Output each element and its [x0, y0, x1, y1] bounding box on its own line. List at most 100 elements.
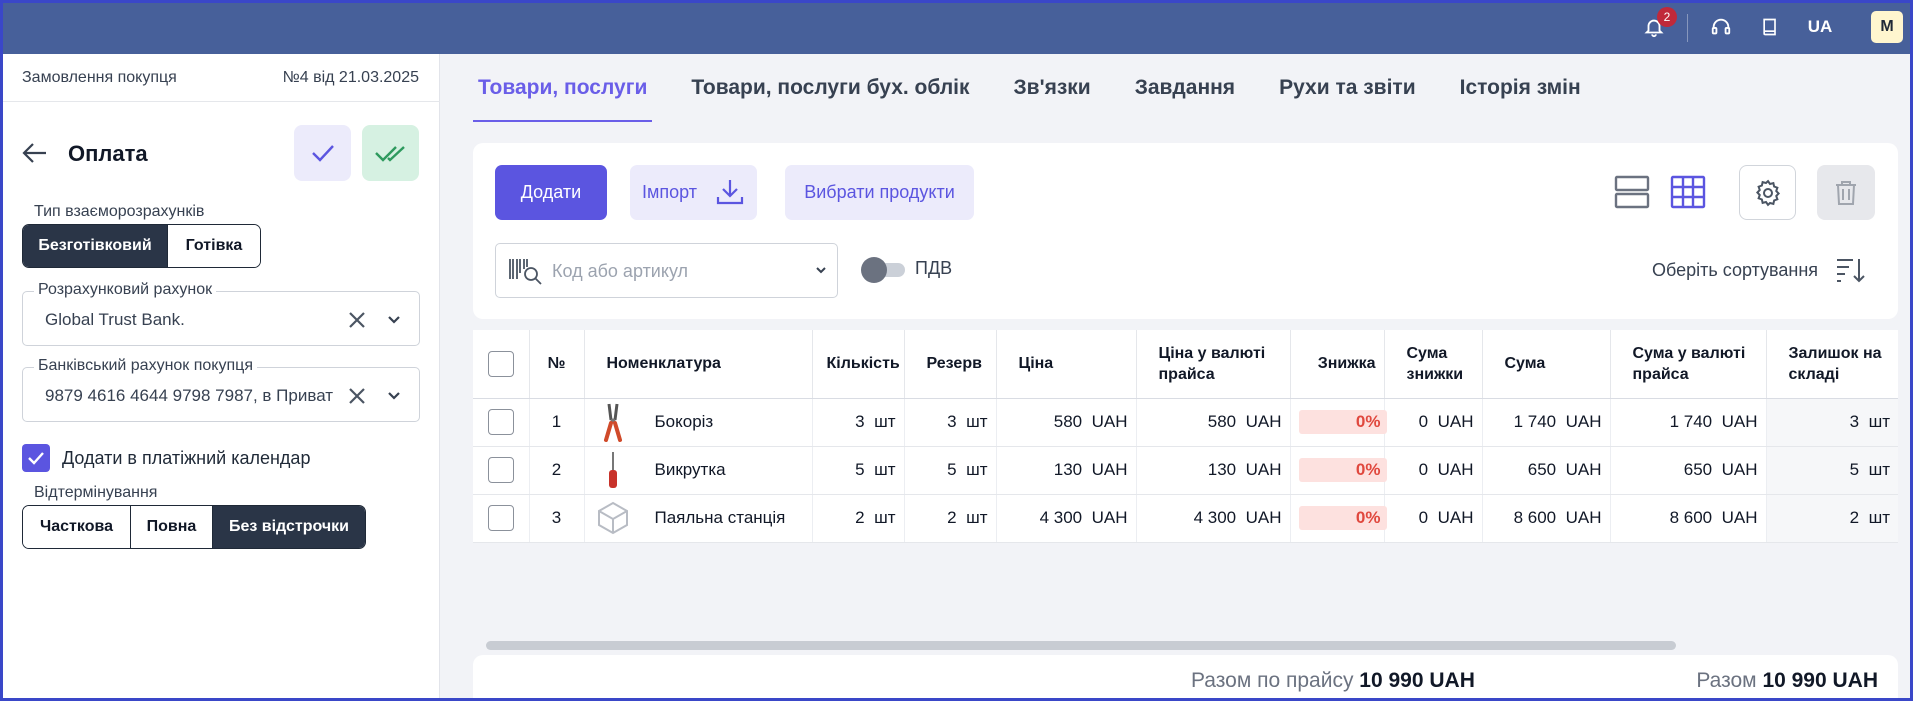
- select-products-button[interactable]: Вибрати продукти: [785, 165, 974, 220]
- row-price: 130 UAH: [996, 446, 1137, 495]
- topbar-divider: [1687, 14, 1688, 42]
- double-check-icon: [374, 146, 405, 162]
- chevron-down-icon[interactable]: [385, 385, 403, 405]
- delete-button[interactable]: [1817, 165, 1875, 220]
- row-discount[interactable]: 0%: [1290, 398, 1387, 447]
- items-table-container: № Номенклатура Кількість Резерв Ціна Цін…: [473, 330, 1898, 650]
- price-list-total-value: 10 990 UAH: [1359, 669, 1475, 692]
- support-button[interactable]: [1703, 0, 1739, 54]
- row-sum: 650 UAH: [1482, 446, 1611, 495]
- deferral-option-partial[interactable]: Часткова: [23, 506, 131, 548]
- row-discount-sum: 0 UAH: [1384, 494, 1483, 543]
- payment-calendar-checkbox-row[interactable]: Додати в платіжний календар: [22, 443, 310, 473]
- row-sum-list: 650 UAH: [1610, 446, 1767, 495]
- vat-toggle[interactable]: [861, 257, 905, 283]
- barcode-search-icon: [509, 259, 542, 285]
- row-checkbox[interactable]: [487, 409, 514, 435]
- user-avatar[interactable]: M: [1871, 11, 1903, 43]
- tab-goods-services-accounting[interactable]: Товари, послуги бух. облік: [686, 54, 974, 122]
- rows-view-icon[interactable]: [1613, 173, 1651, 211]
- payment-calendar-label: Додати в платіжний календар: [62, 447, 311, 468]
- payment-calendar-checkbox[interactable]: [22, 444, 50, 472]
- clear-icon[interactable]: [345, 384, 369, 408]
- tab-change-history[interactable]: Історія змін: [1455, 54, 1586, 122]
- grand-total: Разом 10 990 UAH: [1696, 669, 1878, 692]
- row-number: 3: [529, 494, 585, 543]
- import-button-label: Імпорт: [642, 182, 697, 202]
- header-name: Номенклатура: [584, 330, 813, 399]
- arrow-left-icon: [22, 143, 46, 163]
- row-select-cell: [473, 494, 530, 543]
- section-title: Оплата: [68, 141, 148, 166]
- confirm-button[interactable]: [294, 125, 351, 181]
- product-code-search[interactable]: [495, 243, 838, 298]
- row-reserve: 5 шт: [904, 446, 997, 495]
- row-sum-list: 8 600 UAH: [1610, 494, 1767, 543]
- tab-relations[interactable]: Зв'язки: [1009, 54, 1096, 122]
- trash-icon: [1836, 180, 1856, 205]
- horizontal-scrollbar[interactable]: [486, 641, 1676, 650]
- box-placeholder-icon: [593, 498, 633, 538]
- row-stock: 5 шт: [1766, 446, 1898, 495]
- table-row[interactable]: 3 Паяльна станція 2 шт 2 шт 4 300 UAH 4 …: [473, 494, 1898, 543]
- back-button[interactable]: [22, 139, 52, 167]
- discount-badge: 0%: [1298, 506, 1387, 530]
- row-checkbox[interactable]: [487, 457, 514, 483]
- row-discount-sum: 0 UAH: [1384, 446, 1483, 495]
- add-button[interactable]: Додати: [495, 165, 607, 220]
- header-select-all: [473, 330, 530, 399]
- deferral-option-none[interactable]: Без відстрочки: [213, 506, 365, 548]
- row-number: 1: [529, 398, 585, 447]
- screwdriver-icon: [593, 450, 633, 490]
- settlement-account-label: Розрахунковий рахунок: [34, 281, 217, 299]
- row-sum: 8 600 UAH: [1482, 494, 1611, 543]
- table-row[interactable]: 2 Викрутка 5 шт 5 шт 130 UAH 130 UAH 0% …: [473, 446, 1898, 495]
- row-name[interactable]: Паяльна станція: [655, 508, 786, 528]
- header-reserve: Резерв: [904, 330, 997, 399]
- row-name[interactable]: Бокоріз: [655, 412, 714, 432]
- header-number: №: [529, 330, 585, 399]
- row-name-cell: Паяльна станція: [584, 494, 813, 543]
- settlement-option-cash[interactable]: Готівка: [168, 225, 260, 267]
- knowledge-base-button[interactable]: [1752, 0, 1788, 54]
- chevron-down-icon[interactable]: [385, 309, 403, 329]
- tab-movements-reports[interactable]: Рухи та звіти: [1274, 54, 1421, 122]
- row-discount[interactable]: 0%: [1290, 446, 1387, 495]
- items-table: № Номенклатура Кількість Резерв Ціна Цін…: [473, 330, 1898, 543]
- row-stock: 2 шт: [1766, 494, 1898, 543]
- tab-tasks[interactable]: Завдання: [1130, 54, 1240, 122]
- header-stock: Залишок на складі: [1766, 330, 1898, 399]
- settlement-account-select[interactable]: Розрахунковий рахунок Global Trust Bank.: [22, 281, 420, 346]
- settlement-option-cashless[interactable]: Безготівковий: [23, 225, 168, 267]
- clear-icon[interactable]: [345, 308, 369, 332]
- row-discount-sum: 0 UAH: [1384, 398, 1483, 447]
- tab-goods-services[interactable]: Товари, послуги: [473, 54, 653, 122]
- confirm-all-button[interactable]: [362, 125, 419, 181]
- row-discount[interactable]: 0%: [1290, 494, 1387, 543]
- deferral-option-full[interactable]: Повна: [131, 506, 213, 548]
- header-discount-sum: Сума знижки: [1384, 330, 1483, 399]
- gear-icon: [1755, 179, 1780, 206]
- import-button[interactable]: Імпорт: [630, 165, 757, 220]
- notifications-button[interactable]: 2: [1636, 0, 1677, 54]
- totals-footer: Разом по прайсу 10 990 UAH Разом 10 990 …: [473, 655, 1898, 701]
- select-all-checkbox[interactable]: [487, 350, 514, 377]
- table-row[interactable]: 1 Бокоріз 3 шт 3 шт 580 UAH 580 UAH 0% 0…: [473, 398, 1898, 447]
- notification-badge: 2: [1657, 7, 1677, 27]
- settlement-type-label: Тип взаєморозрахунків: [34, 203, 205, 221]
- table-settings-button[interactable]: [1739, 165, 1796, 220]
- customer-bank-account-select[interactable]: Банківський рахунок покупця 9879 4616 46…: [22, 357, 420, 422]
- row-select-cell: [473, 398, 530, 447]
- chevron-down-icon[interactable]: [814, 262, 828, 278]
- product-code-input[interactable]: [552, 258, 792, 284]
- row-checkbox[interactable]: [487, 505, 514, 531]
- row-reserve: 3 шт: [904, 398, 997, 447]
- sort-icon[interactable]: [1835, 255, 1865, 285]
- row-name[interactable]: Викрутка: [655, 460, 726, 480]
- language-switcher[interactable]: UA: [1800, 0, 1840, 54]
- table-view-icon[interactable]: [1669, 173, 1707, 211]
- top-bar: 2 UA M: [0, 0, 1913, 54]
- sort-selector[interactable]: Оберіть сортування: [1652, 260, 1818, 281]
- customer-bank-account-label: Банківський рахунок покупця: [34, 357, 257, 375]
- table-header-row: № Номенклатура Кількість Резерв Ціна Цін…: [473, 330, 1898, 399]
